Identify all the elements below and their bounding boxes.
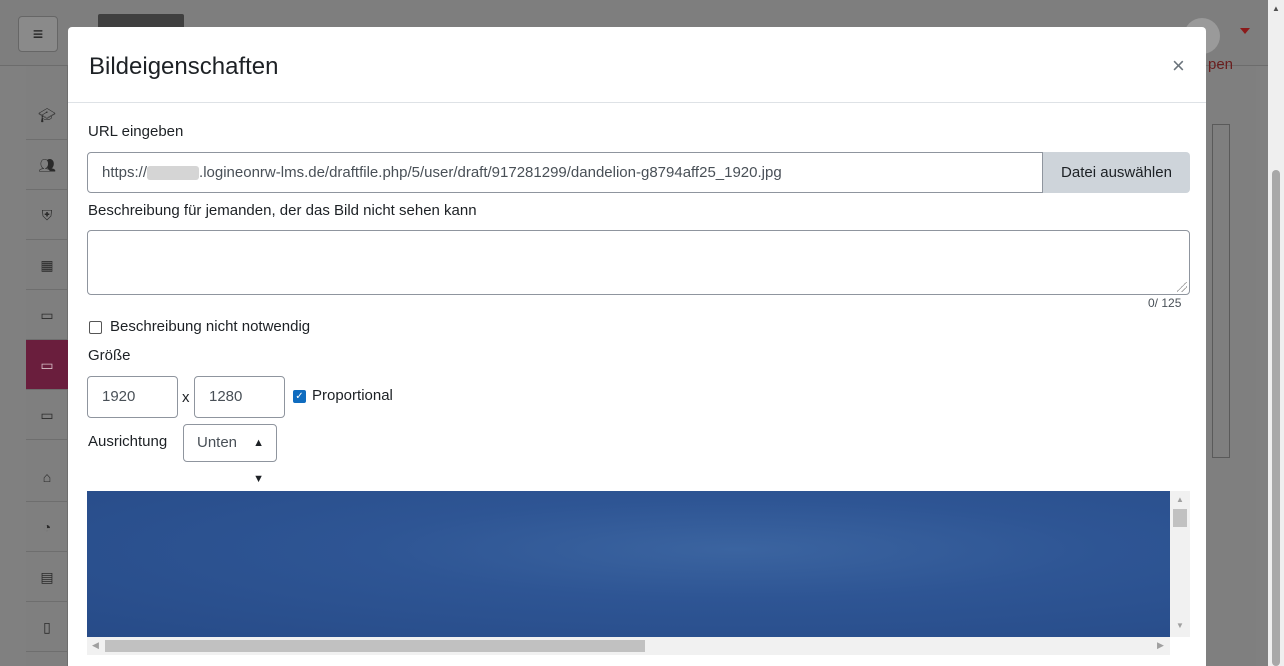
scroll-right-icon[interactable]: ▶ (1157, 640, 1164, 651)
graduation-cap-icon[interactable]: 🎓︎ (26, 90, 68, 140)
image-properties-dialog: Bildeigenschaften × URL eingeben https:/… (68, 27, 1206, 666)
users-icon[interactable]: 👥︎ (26, 140, 68, 190)
resize-handle-icon[interactable] (1177, 282, 1187, 292)
folder-icon[interactable]: ▭ (26, 390, 68, 440)
preview-horizontal-scrollbar[interactable]: ◀ ▶ (87, 637, 1170, 655)
alignment-select[interactable]: Unten ▲ ▼ (183, 424, 277, 485)
scroll-up-icon[interactable]: ▲ (1176, 495, 1184, 504)
url-prefix: https:// (102, 164, 148, 181)
scroll-up-icon[interactable]: ▲ (1272, 4, 1280, 13)
alignment-value: Unten (197, 434, 238, 451)
scroll-down-icon[interactable]: ▼ (1176, 621, 1184, 630)
width-input[interactable]: 1920 (87, 376, 178, 418)
menu-icon[interactable]: ≡ (18, 16, 58, 52)
url-input[interactable]: https:// .logineonrw-lms.de/draftfile.php… (87, 152, 1043, 193)
image-preview: ▲ ▼ ◀ ▶ (87, 491, 1190, 666)
description-not-necessary-label[interactable]: Beschreibung nicht notwendig (110, 318, 310, 335)
url-label: URL eingeben (88, 123, 184, 140)
scrollbar-thumb[interactable] (1173, 509, 1187, 527)
close-icon[interactable]: × (1172, 55, 1185, 77)
dashboard-icon[interactable]: ◔ (26, 502, 68, 552)
description-textarea[interactable] (87, 230, 1190, 295)
background-textarea (1212, 124, 1230, 458)
scrollbar-thumb[interactable] (1272, 170, 1280, 666)
height-input[interactable]: 1280 (194, 376, 285, 418)
scrollbar-thumb[interactable] (105, 640, 645, 652)
choose-file-button[interactable]: Datei auswählen (1043, 152, 1190, 193)
description-not-necessary-checkbox[interactable] (89, 321, 102, 334)
shield-icon[interactable]: ⛨ (26, 190, 68, 240)
dialog-header: Bildeigenschaften × (68, 27, 1206, 103)
alignment-label: Ausrichtung (88, 433, 168, 450)
file-icon[interactable]: ▯ (26, 602, 68, 652)
page-scrollbar[interactable]: ▲ (1268, 0, 1284, 666)
background-link: pen (1208, 56, 1234, 73)
dialog-title: Bildeigenschaften (89, 53, 279, 80)
preview-vertical-scrollbar[interactable]: ▲ ▼ (1170, 491, 1190, 637)
url-input-group: https:// .logineonrw-lms.de/draftfile.php… (87, 152, 1190, 193)
calendar-icon[interactable]: ▤ (26, 552, 68, 602)
chevron-down-icon[interactable] (1240, 28, 1250, 34)
home-icon[interactable]: ⌂ (26, 452, 68, 502)
scroll-left-icon[interactable]: ◀ (92, 640, 99, 651)
url-suffix: .logineonrw-lms.de/draftfile.php/5/user/… (199, 164, 782, 181)
folder-icon[interactable]: ▭ (26, 290, 68, 340)
proportional-label[interactable]: Proportional (312, 387, 393, 404)
times-label: x (182, 389, 190, 406)
redacted-text (147, 166, 200, 181)
proportional-checkbox[interactable]: ✓ (293, 390, 306, 403)
character-counter: 0/ 125 (1148, 296, 1182, 310)
preview-image (87, 491, 1170, 637)
size-label: Größe (88, 347, 131, 364)
description-label: Beschreibung für jemanden, der das Bild … (88, 202, 477, 219)
table-icon[interactable]: ▦ (26, 240, 68, 290)
folder-icon[interactable]: ▭ (26, 340, 68, 390)
select-arrows-icon: ▲ ▼ (253, 437, 264, 485)
sidebar: 🎓︎ 👥︎ ⛨ ▦ ▭ ▭ ▭ ⌂ ◔ ▤ ▯ (26, 66, 68, 666)
